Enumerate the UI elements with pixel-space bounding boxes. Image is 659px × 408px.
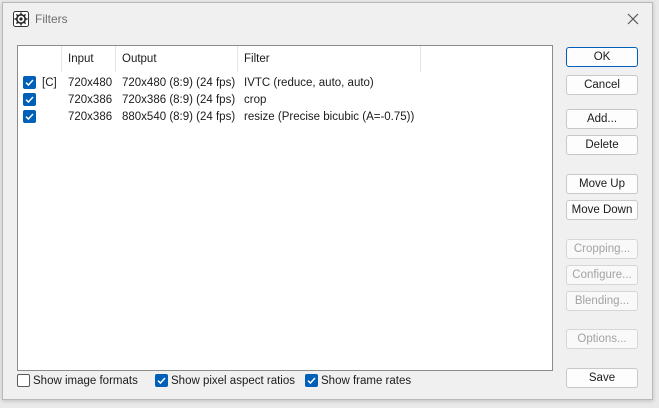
- checkmark-icon: [157, 377, 166, 385]
- header-check-column[interactable]: [18, 46, 62, 72]
- show-frame-rates-label: Show frame rates: [321, 375, 412, 387]
- table-row[interactable]: 720x386 720x386 (8:9) (24 fps) crop: [18, 92, 552, 108]
- configure-button[interactable]: Configure...: [566, 265, 638, 285]
- show-frame-rates-checkbox[interactable]: [305, 374, 318, 387]
- move-down-button[interactable]: Move Down: [566, 200, 638, 220]
- list-header: Input Output Filter: [18, 46, 552, 72]
- show-image-formats-label: Show image formats: [33, 375, 138, 387]
- header-input[interactable]: Input: [62, 46, 116, 72]
- row-filter: resize (Precise bicubic (A=-0.75)): [244, 111, 415, 123]
- filter-list[interactable]: Input Output Filter [C] 720x480 720x480 …: [17, 45, 553, 371]
- checkmark-icon: [25, 113, 34, 121]
- options-button[interactable]: Options...: [566, 329, 638, 349]
- header-filter[interactable]: Filter: [238, 46, 421, 72]
- title-bar: Filters: [3, 3, 652, 35]
- show-image-formats-checkbox[interactable]: [17, 374, 30, 387]
- row-output: 720x386 (8:9) (24 fps): [122, 94, 236, 106]
- row-output: 720x480 (8:9) (24 fps): [122, 77, 236, 89]
- row-input: 720x480: [68, 77, 113, 89]
- row-input: 720x386: [68, 94, 113, 106]
- show-pixel-aspect-ratios-label: Show pixel aspect ratios: [171, 375, 296, 387]
- blending-button[interactable]: Blending...: [566, 291, 638, 311]
- close-icon[interactable]: [624, 10, 642, 28]
- row-output: 880x540 (8:9) (24 fps): [122, 111, 236, 123]
- row-filter: IVTC (reduce, auto, auto): [244, 77, 374, 89]
- show-frame-rates-option[interactable]: Show frame rates: [305, 373, 415, 389]
- cropping-button[interactable]: Cropping...: [566, 239, 638, 259]
- move-up-button[interactable]: Move Up: [566, 174, 638, 194]
- checkmark-icon: [25, 96, 34, 104]
- show-pixel-aspect-ratios-checkbox[interactable]: [155, 374, 168, 387]
- show-image-formats-option[interactable]: Show image formats: [17, 373, 147, 389]
- ok-button[interactable]: OK: [566, 47, 638, 67]
- add-button[interactable]: Add...: [566, 109, 638, 129]
- table-row[interactable]: [C] 720x480 720x480 (8:9) (24 fps) IVTC …: [18, 75, 552, 91]
- header-output[interactable]: Output: [116, 46, 238, 72]
- row-input: 720x386: [68, 111, 113, 123]
- row-filter: crop: [244, 94, 267, 106]
- table-row[interactable]: 720x386 880x540 (8:9) (24 fps) resize (P…: [18, 109, 552, 125]
- save-button[interactable]: Save: [566, 368, 638, 388]
- checkmark-icon: [25, 79, 34, 87]
- delete-button[interactable]: Delete: [566, 135, 638, 155]
- row-enabled-checkbox[interactable]: [23, 110, 36, 123]
- filters-dialog: Filters Input Output Filter [C] 720x480 …: [2, 2, 653, 400]
- cancel-button[interactable]: Cancel: [566, 75, 638, 95]
- filter-app-icon: [13, 11, 29, 27]
- checkmark-icon: [307, 377, 316, 385]
- window-title: Filters: [35, 12, 68, 26]
- row-enabled-checkbox[interactable]: [23, 93, 36, 106]
- row-marker: [C]: [42, 77, 57, 89]
- show-pixel-aspect-ratios-option[interactable]: Show pixel aspect ratios: [155, 373, 295, 389]
- row-enabled-checkbox[interactable]: [23, 76, 36, 89]
